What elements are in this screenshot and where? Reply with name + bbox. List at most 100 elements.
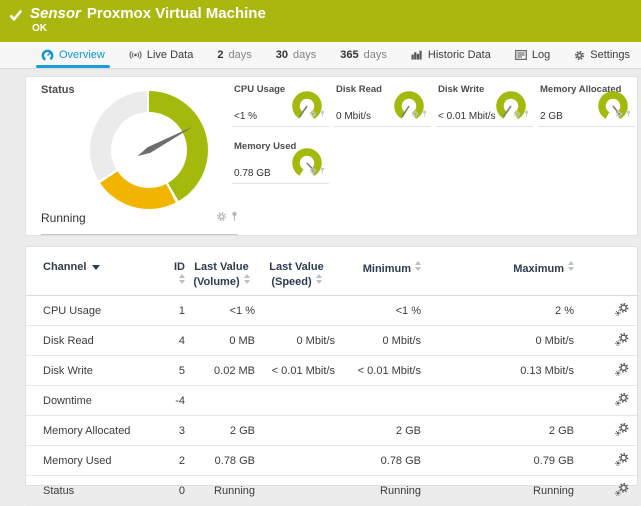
channel-last-value-speed xyxy=(258,476,338,506)
channel-name[interactable]: Downtime xyxy=(26,386,166,416)
mini-gauge-title: Disk Write xyxy=(438,84,484,95)
pin-icon[interactable] xyxy=(524,105,529,123)
table-row: CPU Usage 1 <1 % <1 % 2 % xyxy=(26,296,637,326)
tab-settings[interactable]: Settings xyxy=(569,42,635,68)
page-title: Proxmox Virtual Machine xyxy=(87,5,266,22)
channel-name[interactable]: Disk Write xyxy=(26,356,166,386)
tab-number: 30 xyxy=(276,49,288,61)
tab-number: 365 xyxy=(340,49,358,61)
channel-last-value-speed xyxy=(258,386,338,416)
channel-settings-icon[interactable] xyxy=(615,393,629,406)
channel-id: 2 xyxy=(166,446,188,476)
gear-icon[interactable] xyxy=(309,162,317,180)
tab-label: Overview xyxy=(59,49,105,61)
column-header-minimum[interactable]: Minimum xyxy=(338,247,424,296)
broadcast-icon xyxy=(129,50,142,60)
tab-label: Log xyxy=(532,49,550,61)
tab-label: Historic Data xyxy=(428,49,491,61)
mini-gauge-cell: Memory Allocated 2 GB xyxy=(538,81,635,127)
channel-settings-icon[interactable] xyxy=(615,333,629,346)
sort-icon[interactable] xyxy=(179,274,185,284)
channel-name[interactable]: Status xyxy=(26,476,166,506)
gear-icon[interactable] xyxy=(411,105,419,123)
channel-maximum: 0 Mbit/s xyxy=(424,326,577,356)
gear-icon[interactable] xyxy=(309,105,317,123)
status-value-row: Running xyxy=(41,209,238,235)
channel-name[interactable]: CPU Usage xyxy=(26,296,166,326)
mini-gauge-title: Memory Used xyxy=(234,141,296,152)
channel-settings-icon[interactable] xyxy=(615,423,629,436)
column-header-channel[interactable]: Channel xyxy=(26,247,166,296)
tab-label: days xyxy=(364,49,387,61)
gear-icon[interactable] xyxy=(216,209,227,227)
channel-id: 1 xyxy=(166,296,188,326)
mini-gauge-value: 2 GB xyxy=(540,111,563,122)
channel-maximum: 0.79 GB xyxy=(424,446,577,476)
pin-icon[interactable] xyxy=(320,162,325,180)
channel-last-value-volume: 0.78 GB xyxy=(188,446,258,476)
channel-last-value-speed: < 0.01 Mbit/s xyxy=(258,356,338,386)
channel-table-panel: Channel ID Last Value (Volume) Last Valu… xyxy=(25,246,638,486)
status-gauge[interactable] xyxy=(90,91,208,209)
pin-icon[interactable] xyxy=(422,105,427,123)
status-gauge-needle xyxy=(90,91,208,209)
sort-icon[interactable] xyxy=(244,274,250,284)
tab-bar: Overview Live Data 2 days 30 days 365 da… xyxy=(0,42,641,69)
tab-live-data[interactable]: Live Data xyxy=(124,42,198,68)
mini-gauge-value: < 0.01 Mbit/s xyxy=(438,111,496,122)
tab-historic-data[interactable]: Historic Data xyxy=(406,42,496,68)
channel-minimum: 0 Mbit/s xyxy=(338,326,424,356)
table-row: Disk Read 4 0 MB 0 Mbit/s 0 Mbit/s 0 Mbi… xyxy=(26,326,637,356)
channel-settings-icon[interactable] xyxy=(615,363,629,376)
channel-table: Channel ID Last Value (Volume) Last Valu… xyxy=(26,247,637,506)
channel-minimum: 2 GB xyxy=(338,416,424,446)
column-header-last-value-speed[interactable]: Last Value (Speed) xyxy=(258,247,338,296)
gear-icon[interactable] xyxy=(615,105,623,123)
tab-label: days xyxy=(293,49,316,61)
channel-settings-icon[interactable] xyxy=(615,483,629,496)
channel-minimum: <1 % xyxy=(338,296,424,326)
table-header-row: Channel ID Last Value (Volume) Last Valu… xyxy=(26,247,637,296)
sort-icon[interactable] xyxy=(568,261,574,271)
tab-2-days[interactable]: 2 days xyxy=(212,42,256,68)
pin-icon[interactable] xyxy=(320,105,325,123)
channel-last-value-volume: <1 % xyxy=(188,296,258,326)
sensor-kind-label: Sensor xyxy=(30,5,81,22)
table-row: Memory Allocated 3 2 GB 2 GB 2 GB xyxy=(26,416,637,446)
table-row: Disk Write 5 0.02 MB < 0.01 Mbit/s < 0.0… xyxy=(26,356,637,386)
column-header-id[interactable]: ID xyxy=(166,247,188,296)
pin-icon[interactable] xyxy=(626,105,631,123)
column-header-maximum[interactable]: Maximum xyxy=(424,247,577,296)
channel-last-value-speed xyxy=(258,416,338,446)
channel-name[interactable]: Disk Read xyxy=(26,326,166,356)
chart-icon xyxy=(411,50,423,60)
column-header-last-value-volume[interactable]: Last Value (Volume) xyxy=(188,247,258,296)
sensor-status-badge: OK xyxy=(0,23,641,34)
gear-icon xyxy=(574,50,585,61)
chevron-down-icon xyxy=(92,265,100,270)
channel-name[interactable]: Memory Used xyxy=(26,446,166,476)
channel-minimum: < 0.01 Mbit/s xyxy=(338,356,424,386)
tab-30-days[interactable]: 30 days xyxy=(271,42,322,68)
gear-icon[interactable] xyxy=(513,105,521,123)
tab-365-days[interactable]: 365 days xyxy=(335,42,392,68)
channel-id: 5 xyxy=(166,356,188,386)
channel-settings-icon[interactable] xyxy=(615,303,629,316)
channel-settings-icon[interactable] xyxy=(615,453,629,466)
channel-last-value-volume: Running xyxy=(188,476,258,506)
pin-icon[interactable] xyxy=(231,209,238,227)
status-ok-check-icon xyxy=(9,8,23,26)
mini-gauge-title: Disk Read xyxy=(336,84,382,95)
sort-icon[interactable] xyxy=(316,274,322,284)
status-gauge-panel: Status Running CPU Usage <1 % xyxy=(25,76,638,236)
table-row: Memory Used 2 0.78 GB 0.78 GB 0.79 GB xyxy=(26,446,637,476)
tab-overview[interactable]: Overview xyxy=(36,42,110,68)
mini-gauge-title: CPU Usage xyxy=(234,84,285,95)
channel-name[interactable]: Memory Allocated xyxy=(26,416,166,446)
gauge-icon xyxy=(41,49,54,62)
tab-log[interactable]: Log xyxy=(510,42,555,68)
channel-id: -4 xyxy=(166,386,188,416)
sort-icon[interactable] xyxy=(415,261,421,271)
channel-last-value-speed: 0 Mbit/s xyxy=(258,326,338,356)
sensor-header: Sensor Proxmox Virtual Machine OK xyxy=(0,0,641,42)
